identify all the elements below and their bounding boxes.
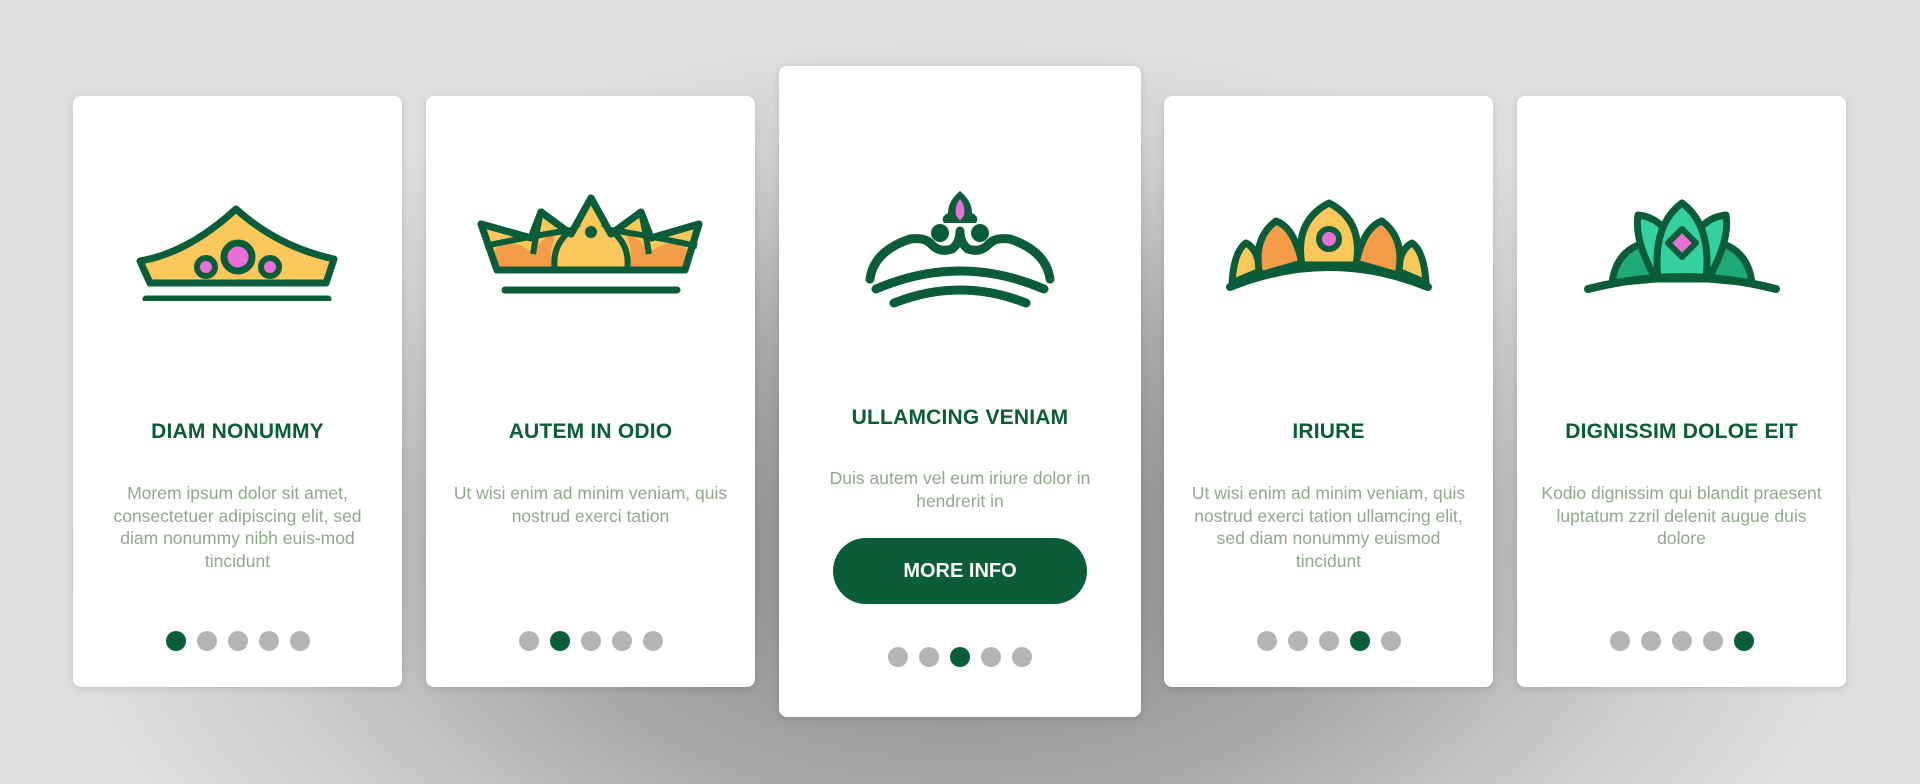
card-title: DIGNISSIM DOLOE EIT [1565, 420, 1798, 443]
onboarding-card-4: IRIURE Ut wisi enim ad minim veniam, qui… [1164, 96, 1493, 687]
tiara-leaves-icon [1164, 156, 1493, 336]
page-dot-4[interactable] [981, 647, 1001, 667]
page-dot-4[interactable] [1702, 631, 1723, 651]
tiara-teal-icon [1517, 156, 1846, 336]
onboarding-card-3: ULLAMCING VENIAM Duis autem vel eum iriu… [779, 66, 1141, 717]
page-dot-1[interactable] [1609, 631, 1630, 651]
card-description: Ut wisi enim ad minim veniam, quis nostr… [453, 483, 728, 526]
onboarding-card-1: DIAM NONUMMY Morem ipsum dolor sit amet,… [73, 96, 402, 687]
page-dot-2[interactable] [1640, 631, 1661, 651]
page-dot-5[interactable] [289, 631, 310, 651]
page-dot-2[interactable] [1287, 631, 1308, 651]
onboarding-card-2: AUTEM IN ODIO Ut wisi enim ad minim veni… [426, 96, 755, 687]
page-dot-1[interactable] [888, 647, 908, 667]
more-info-button[interactable]: MORE INFO [833, 538, 1087, 604]
page-dot-3[interactable] [227, 631, 248, 651]
page-dot-3[interactable] [1318, 631, 1339, 651]
page-dot-1[interactable] [518, 631, 539, 651]
page-dot-1[interactable] [1256, 631, 1277, 651]
page-indicator [1164, 631, 1493, 651]
page-dot-1[interactable] [165, 631, 186, 651]
page-dot-5[interactable] [1380, 631, 1401, 651]
page-dot-4[interactable] [611, 631, 632, 651]
page-indicator [779, 647, 1141, 667]
page-dot-2[interactable] [196, 631, 217, 651]
crown-gems-icon [73, 156, 402, 336]
tiara-outline-icon [779, 156, 1141, 336]
page-dot-4[interactable] [258, 631, 279, 651]
page-indicator [1517, 631, 1846, 651]
onboarding-card-5: DIGNISSIM DOLOE EIT Kodio dignissim qui … [1517, 96, 1846, 687]
page-indicator [73, 631, 402, 651]
page-dot-2[interactable] [919, 647, 939, 667]
page-dot-5[interactable] [1012, 647, 1032, 667]
card-title: ULLAMCING VENIAM [851, 406, 1069, 429]
card-description: Ut wisi enim ad minim veniam, quis nostr… [1191, 483, 1466, 571]
page-indicator [426, 631, 755, 651]
card-description: Morem ipsum dolor sit amet, consectetuer… [113, 483, 362, 571]
card-description: Kodio dignissim qui blandit praesent lup… [1541, 483, 1822, 548]
page-dot-3[interactable] [580, 631, 601, 651]
card-title: IRIURE [1292, 420, 1365, 443]
page-dot-5[interactable] [642, 631, 663, 651]
page-dot-5[interactable] [1733, 631, 1754, 651]
page-dot-2[interactable] [549, 631, 570, 651]
card-description: Duis autem vel eum iriure dolor in hendr… [829, 468, 1091, 511]
page-dot-3[interactable] [950, 647, 970, 667]
crown-petals-icon [426, 156, 755, 336]
card-title: DIAM NONUMMY [151, 420, 324, 443]
page-dot-4[interactable] [1349, 631, 1370, 651]
page-dot-3[interactable] [1671, 631, 1692, 651]
card-title: AUTEM IN ODIO [508, 420, 673, 443]
